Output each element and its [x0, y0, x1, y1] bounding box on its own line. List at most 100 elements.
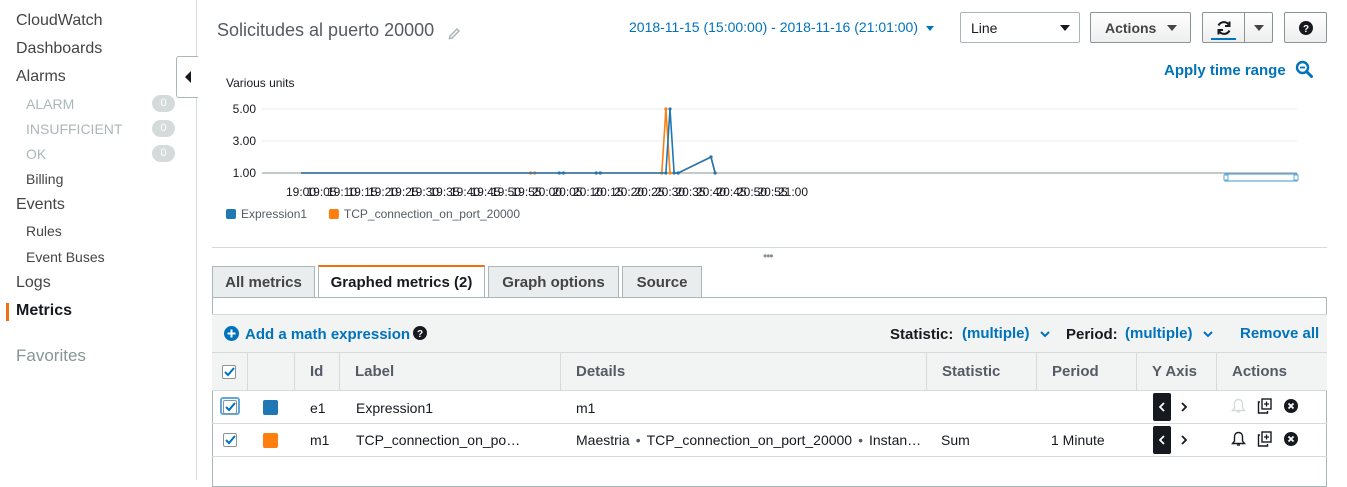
period-value: (multiple): [1125, 325, 1193, 342]
nav-insufficient-state[interactable]: INSUFFICIENT: [26, 121, 122, 137]
y-axis-right-button[interactable]: [1177, 393, 1191, 421]
nav-alarm-state[interactable]: ALARM: [26, 96, 74, 112]
brush-handle-left[interactable]: [1223, 174, 1229, 181]
select-all-header: [212, 353, 248, 391]
y-axis-right-button[interactable]: [1177, 426, 1191, 454]
col-header-details[interactable]: Details: [561, 353, 927, 391]
col-header-y-axis[interactable]: Y Axis: [1137, 353, 1217, 391]
actions-label: Actions: [1105, 19, 1157, 36]
y-axis-left-button[interactable]: [1153, 426, 1171, 454]
y-axis-label: Various units: [226, 76, 294, 90]
tab-graph-options[interactable]: Graph options: [488, 266, 619, 297]
nav-cloudwatch[interactable]: CloudWatch: [16, 12, 103, 30]
data-point: [594, 171, 598, 175]
tab-graphed-metrics[interactable]: Graphed metrics (2): [318, 265, 485, 297]
statistic-selector[interactable]: (multiple): [962, 325, 1050, 342]
select-all-checkbox[interactable]: [222, 365, 236, 379]
edit-pencil-icon[interactable]: [448, 26, 462, 40]
time-range-selector[interactable]: 2018-11-15 (15:00:00) - 2018-11-16 (21:0…: [629, 19, 934, 35]
chevron-right-icon: [1181, 402, 1187, 412]
y-tick-label: 1.00: [233, 166, 257, 180]
y-axis-ticks: 1.00 3.00 5.00: [233, 102, 257, 180]
row-separator: [212, 456, 1327, 457]
row-label[interactable]: Expression1: [356, 392, 433, 424]
period-label: Period:: [1066, 326, 1118, 343]
resize-handle[interactable]: •••: [763, 249, 774, 263]
details-namespace: Maestria: [576, 432, 630, 448]
caret-left-icon: [184, 71, 191, 83]
row-checkbox[interactable]: [223, 433, 237, 447]
row-period[interactable]: 1 Minute: [1051, 424, 1105, 456]
nav-logs[interactable]: Logs: [16, 274, 51, 292]
period-selector[interactable]: (multiple): [1125, 325, 1213, 342]
data-point: [676, 171, 680, 175]
series-color-swatch[interactable]: [263, 433, 278, 448]
tab-source[interactable]: Source: [622, 266, 702, 297]
metrics-line-chart[interactable]: Various units 1.00 3.00 5.00 19:0019:0519:…: [212, 70, 1312, 230]
duplicate-icon[interactable]: [1257, 431, 1273, 447]
chevron-down-icon: [1039, 331, 1050, 338]
metrics-toolbar: Add a math expression ? Statistic: (mult…: [212, 314, 1327, 353]
row-id[interactable]: m1: [310, 424, 329, 456]
data-point: [664, 171, 668, 175]
col-header-label[interactable]: Label: [340, 353, 561, 391]
nav-rules[interactable]: Rules: [26, 223, 62, 239]
col-header-period[interactable]: Period: [1037, 353, 1137, 391]
bullet-separator: •: [858, 432, 863, 448]
remove-all-link[interactable]: Remove all: [1240, 325, 1319, 342]
help-icon: ?: [1298, 20, 1313, 35]
caret-down-icon: [1167, 25, 1177, 31]
nav-billing[interactable]: Billing: [26, 171, 63, 187]
chevron-down-icon: [1202, 331, 1213, 338]
color-column-header: [248, 353, 295, 391]
data-point: [672, 171, 676, 175]
brush-handle-right[interactable]: [1293, 174, 1299, 181]
legend-label: TCP_connection_on_port_20000: [344, 207, 520, 221]
nav-metrics[interactable]: Metrics: [16, 302, 72, 320]
row-checkbox[interactable]: [223, 400, 237, 414]
alarm-count-badge: 0: [152, 95, 175, 112]
view-type-select[interactable]: Line: [960, 12, 1080, 43]
tab-all-metrics[interactable]: All metrics: [212, 266, 315, 297]
row-id[interactable]: e1: [310, 392, 326, 424]
graph-title: Solicitudes al puerto 20000: [217, 20, 435, 40]
series-color-swatch[interactable]: [263, 400, 278, 415]
add-circle-icon[interactable]: [224, 326, 239, 341]
caret-down-icon: [925, 25, 934, 31]
statistic-label: Statistic:: [890, 326, 954, 343]
row-statistic[interactable]: Sum: [941, 424, 970, 456]
row-label[interactable]: TCP_connection_on_po…: [356, 424, 551, 456]
legend-label: Expression1: [241, 207, 307, 221]
help-icon[interactable]: ?: [413, 326, 427, 340]
create-alarm-bell-icon[interactable]: [1231, 431, 1246, 447]
collapse-sidebar-button[interactable]: [176, 56, 198, 98]
alarm-bell-icon: [1231, 398, 1246, 413]
details-metric-name: TCP_connection_on_port_20000: [646, 432, 853, 448]
col-header-actions: Actions: [1217, 353, 1327, 391]
nav-favorites[interactable]: Favorites: [16, 346, 86, 366]
nav-dashboards[interactable]: Dashboards: [16, 40, 102, 58]
nav-alarms[interactable]: Alarms: [16, 68, 66, 86]
remove-circle-icon[interactable]: [1284, 399, 1298, 413]
active-indicator: [6, 303, 9, 321]
row-details[interactable]: m1: [576, 392, 595, 424]
col-header-id[interactable]: Id: [295, 353, 340, 391]
nav-ok-state[interactable]: OK: [26, 146, 46, 162]
nav-event-buses[interactable]: Event Buses: [26, 249, 105, 265]
actions-dropdown-button[interactable]: Actions: [1090, 12, 1191, 43]
refresh-button[interactable]: [1202, 12, 1245, 43]
add-math-expression-link[interactable]: Add a math expression: [245, 326, 410, 343]
y-axis-left-button[interactable]: [1153, 393, 1171, 421]
svg-text:?: ?: [1302, 24, 1308, 35]
remove-circle-icon[interactable]: [1284, 432, 1298, 446]
col-header-statistic[interactable]: Statistic: [927, 353, 1037, 391]
help-button[interactable]: ?: [1284, 12, 1327, 43]
row-details[interactable]: Maestria • TCP_connection_on_port_20000 …: [576, 424, 926, 456]
y-tick-label: 5.00: [233, 102, 257, 116]
nav-events[interactable]: Events: [16, 196, 65, 214]
refresh-options-button[interactable]: [1244, 12, 1273, 43]
data-point: [557, 171, 561, 175]
duplicate-icon[interactable]: [1257, 398, 1273, 414]
x-axis-ticks: 19:0019:0519:1019:1519:2019:2519:3019:35…: [286, 185, 808, 199]
time-range-brush[interactable]: [1224, 173, 1298, 182]
